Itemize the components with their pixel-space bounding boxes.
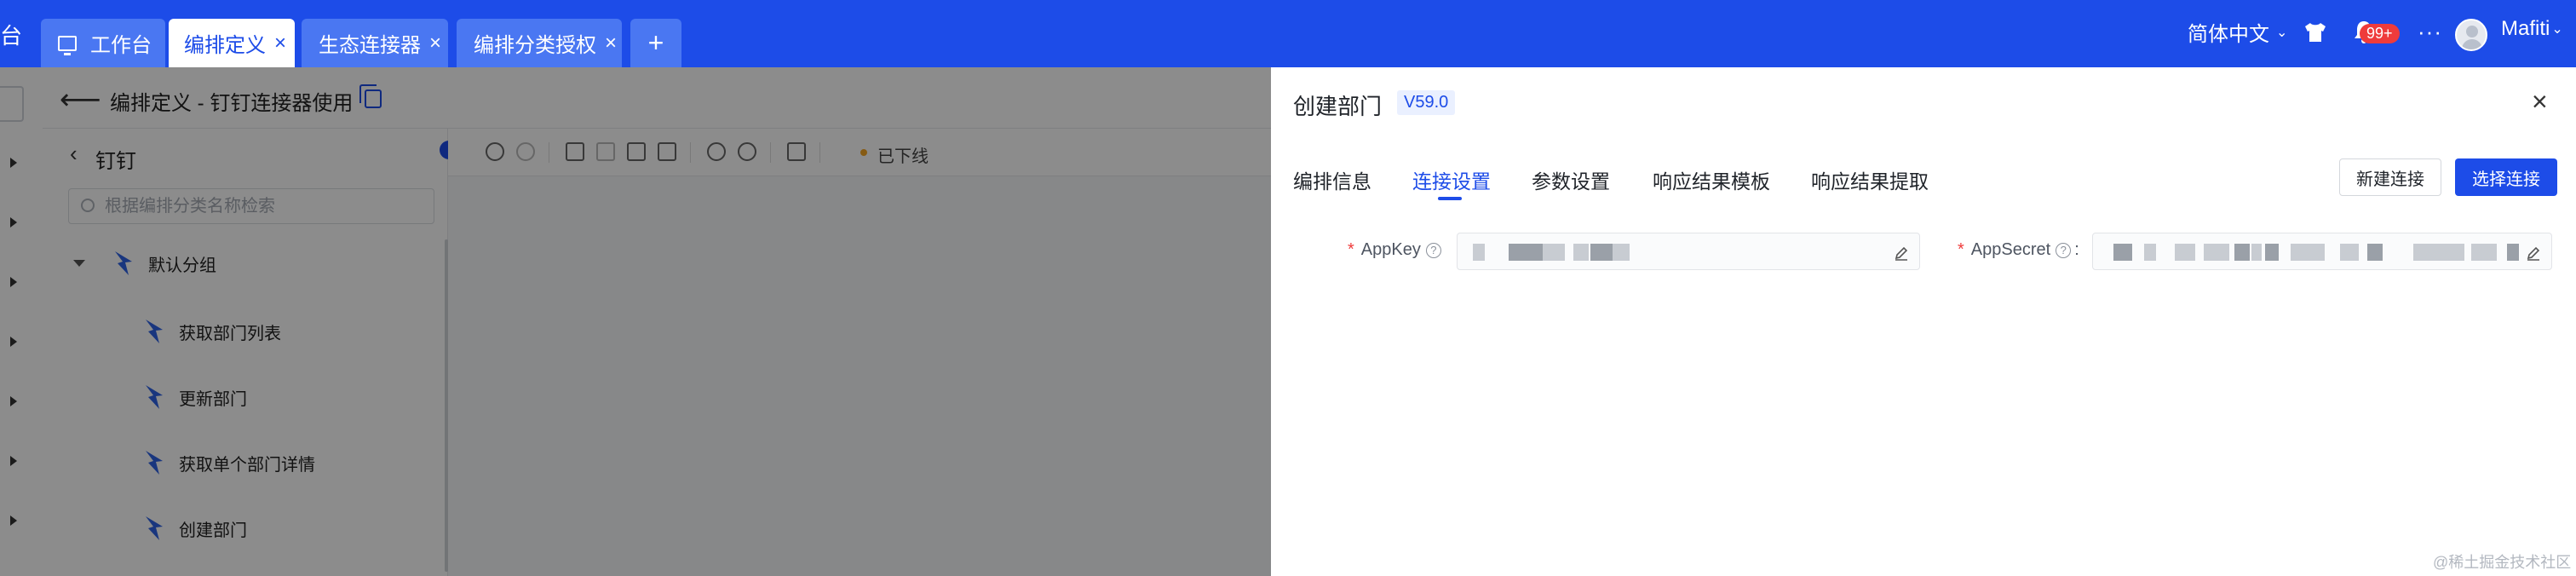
chevron-down-icon: ⌄: [2551, 22, 2563, 37]
version-badge: V59.0: [1397, 90, 1456, 115]
chevron-down-icon: ⌄: [2276, 25, 2288, 40]
close-icon[interactable]: ×: [605, 32, 617, 55]
close-icon[interactable]: ×: [429, 32, 441, 55]
appsecret-label: * AppSecret ? :: [1958, 240, 2079, 260]
edit-icon[interactable]: [2526, 245, 2541, 261]
workbench-icon: [58, 35, 77, 55]
tab-category-auth[interactable]: 编排分类授权 ×: [457, 19, 622, 67]
edit-icon[interactable]: [1894, 245, 1909, 261]
select-connection-button[interactable]: 选择连接: [2455, 158, 2557, 196]
avatar[interactable]: [2455, 19, 2487, 51]
tab-response-extract[interactable]: 响应结果提取: [1811, 165, 1929, 194]
required-mark: *: [1958, 240, 1964, 259]
tab-label: 编排分类授权: [474, 34, 596, 57]
close-icon[interactable]: ×: [274, 32, 286, 55]
new-connection-button[interactable]: 新建连接: [2339, 158, 2441, 196]
user-menu[interactable]: Mafiti ⌄: [2501, 17, 2563, 41]
language-switcher[interactable]: 简体中文 ⌄: [2188, 17, 2287, 47]
connection-drawer: 创建部门 V59.0 × 编排信息 连接设置 参数设置 响应结果模板 响应结果提…: [1271, 67, 2576, 576]
tab-parameter-settings[interactable]: 参数设置: [1532, 165, 1610, 194]
appkey-input[interactable]: ••••••••••••: [1457, 233, 1920, 270]
notification-badge: 99+: [2360, 24, 2400, 43]
modal-overlay[interactable]: [0, 67, 1271, 576]
field-label: AppSecret: [1970, 240, 2051, 259]
tab-label: 生态连接器: [319, 34, 421, 57]
appsecret-input[interactable]: ••••••••••••••••••••••••: [2092, 233, 2552, 270]
appkey-label: * AppKey ?: [1348, 240, 1441, 260]
active-tab-indicator: [1438, 197, 1462, 200]
help-icon[interactable]: ?: [2056, 242, 2072, 258]
tab-workbench[interactable]: 工作台: [41, 19, 165, 67]
language-label: 简体中文: [2188, 23, 2269, 46]
tab-orchestration-definition[interactable]: 编排定义 ×: [169, 19, 295, 67]
help-icon[interactable]: ?: [1425, 242, 1441, 258]
tab-connection-settings[interactable]: 连接设置: [1412, 165, 1491, 194]
username: Mafiti: [2501, 17, 2550, 40]
tab-eco-connector[interactable]: 生态连接器 ×: [302, 19, 448, 67]
theme-shirt-icon[interactable]: [2303, 22, 2327, 43]
close-icon[interactable]: ×: [2532, 86, 2548, 118]
add-tab-button[interactable]: +: [630, 19, 681, 67]
tab-response-template[interactable]: 响应结果模板: [1653, 165, 1770, 194]
tab-orchestration-info[interactable]: 编排信息: [1293, 165, 1371, 194]
required-mark: *: [1348, 240, 1354, 259]
field-label: AppKey: [1360, 240, 1421, 259]
top-bar: 台 工作台 编排定义 × 生态连接器 × 编排分类授权 × + 简体中文 ⌄ 9…: [0, 0, 2576, 67]
drawer-title: 创建部门: [1293, 94, 1383, 119]
brand-text: 台: [0, 23, 23, 49]
tab-label: 编排定义: [184, 34, 266, 57]
tab-label: 工作台: [90, 34, 152, 57]
field-label-colon: :: [2074, 240, 2079, 259]
watermark-text: @稀土掘金技术社区: [2433, 554, 2572, 571]
more-menu-icon[interactable]: ···: [2418, 19, 2442, 45]
